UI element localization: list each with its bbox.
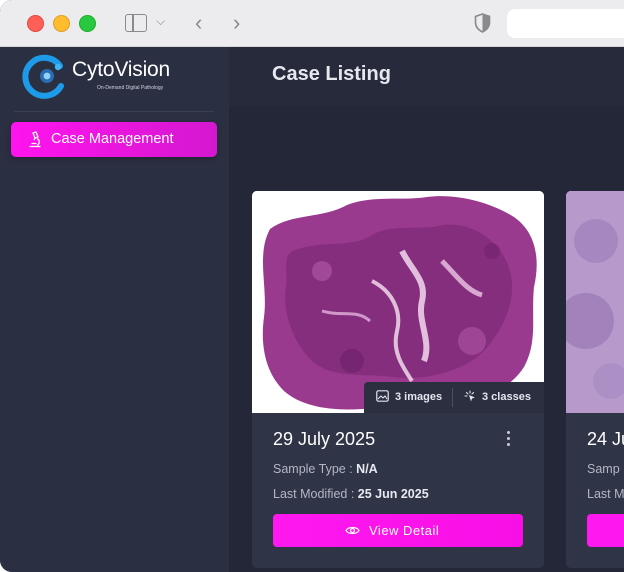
microscope-icon (29, 131, 41, 148)
app-name: CytoVision (72, 58, 170, 81)
sidebar-toggle-icon[interactable] (125, 14, 147, 32)
forward-arrow-icon[interactable]: › (233, 10, 240, 36)
tissue-slide-thumbnail[interactable] (566, 191, 624, 413)
case-card[interactable]: 24 Ju Samp Last M (566, 191, 624, 568)
image-icon (376, 390, 389, 402)
page-title: Case Listing (272, 63, 391, 85)
case-date: 29 July 2025 (273, 429, 376, 449)
shield-icon[interactable] (474, 13, 491, 33)
back-arrow-icon[interactable]: ‹ (195, 10, 202, 36)
last-modified-value: 25 Jun 2025 (357, 487, 429, 501)
last-modified: Last Modified : 25 Jun 2025 (273, 487, 429, 501)
case-date: 24 Ju (587, 429, 624, 449)
last-modified-label: Last Modified : (273, 487, 355, 501)
main-content: Case Listing 3 images 3 classes 29 July … (229, 47, 624, 572)
tissue-slide-thumbnail[interactable] (252, 191, 544, 413)
sample-type: Samp (587, 462, 620, 476)
sparkle-pointer-icon (464, 390, 475, 402)
sidebar-divider (14, 111, 214, 112)
case-card[interactable]: 3 images 3 classes 29 July 2025 Sample T… (252, 191, 544, 568)
last-modified-label: Last M (587, 487, 624, 501)
sample-type-value: N/A (356, 462, 378, 476)
images-count: 3 images (395, 391, 443, 403)
cytovision-logo-icon (22, 54, 64, 99)
app-sidebar: CytoVision On-Demand Digital Pathology C… (0, 47, 229, 572)
page-header: Case Listing (229, 47, 624, 106)
sidebar-item-label: Case Management (51, 131, 174, 147)
browser-titlebar: ⌵ ‹ › (0, 0, 624, 47)
sample-type-label: Sample Type : (273, 462, 353, 476)
classes-count: 3 classes (482, 391, 531, 403)
overlay-divider (452, 388, 453, 407)
close-window-button[interactable] (27, 15, 44, 32)
minimize-window-button[interactable] (53, 15, 70, 32)
view-detail-label: View Detail (369, 523, 440, 538)
view-detail-button[interactable] (587, 514, 624, 547)
last-modified: Last M (587, 487, 624, 501)
browser-window: ⌵ ‹ › CytoVision On-Demand Digital Patho… (0, 0, 624, 572)
app-tagline: On-Demand Digital Pathology (97, 85, 164, 91)
sample-type: Sample Type : N/A (273, 462, 378, 476)
eye-icon (345, 526, 360, 535)
sidebar-item-case-management[interactable]: Case Management (11, 122, 217, 157)
chevron-down-icon[interactable]: ⌵ (156, 14, 165, 29)
thumbnail-info-overlay: 3 images 3 classes (364, 382, 544, 413)
sample-type-label: Samp (587, 462, 620, 476)
maximize-window-button[interactable] (79, 15, 96, 32)
address-bar[interactable] (507, 9, 624, 38)
more-options-icon[interactable] (507, 431, 511, 449)
view-detail-button[interactable]: View Detail (273, 514, 523, 547)
